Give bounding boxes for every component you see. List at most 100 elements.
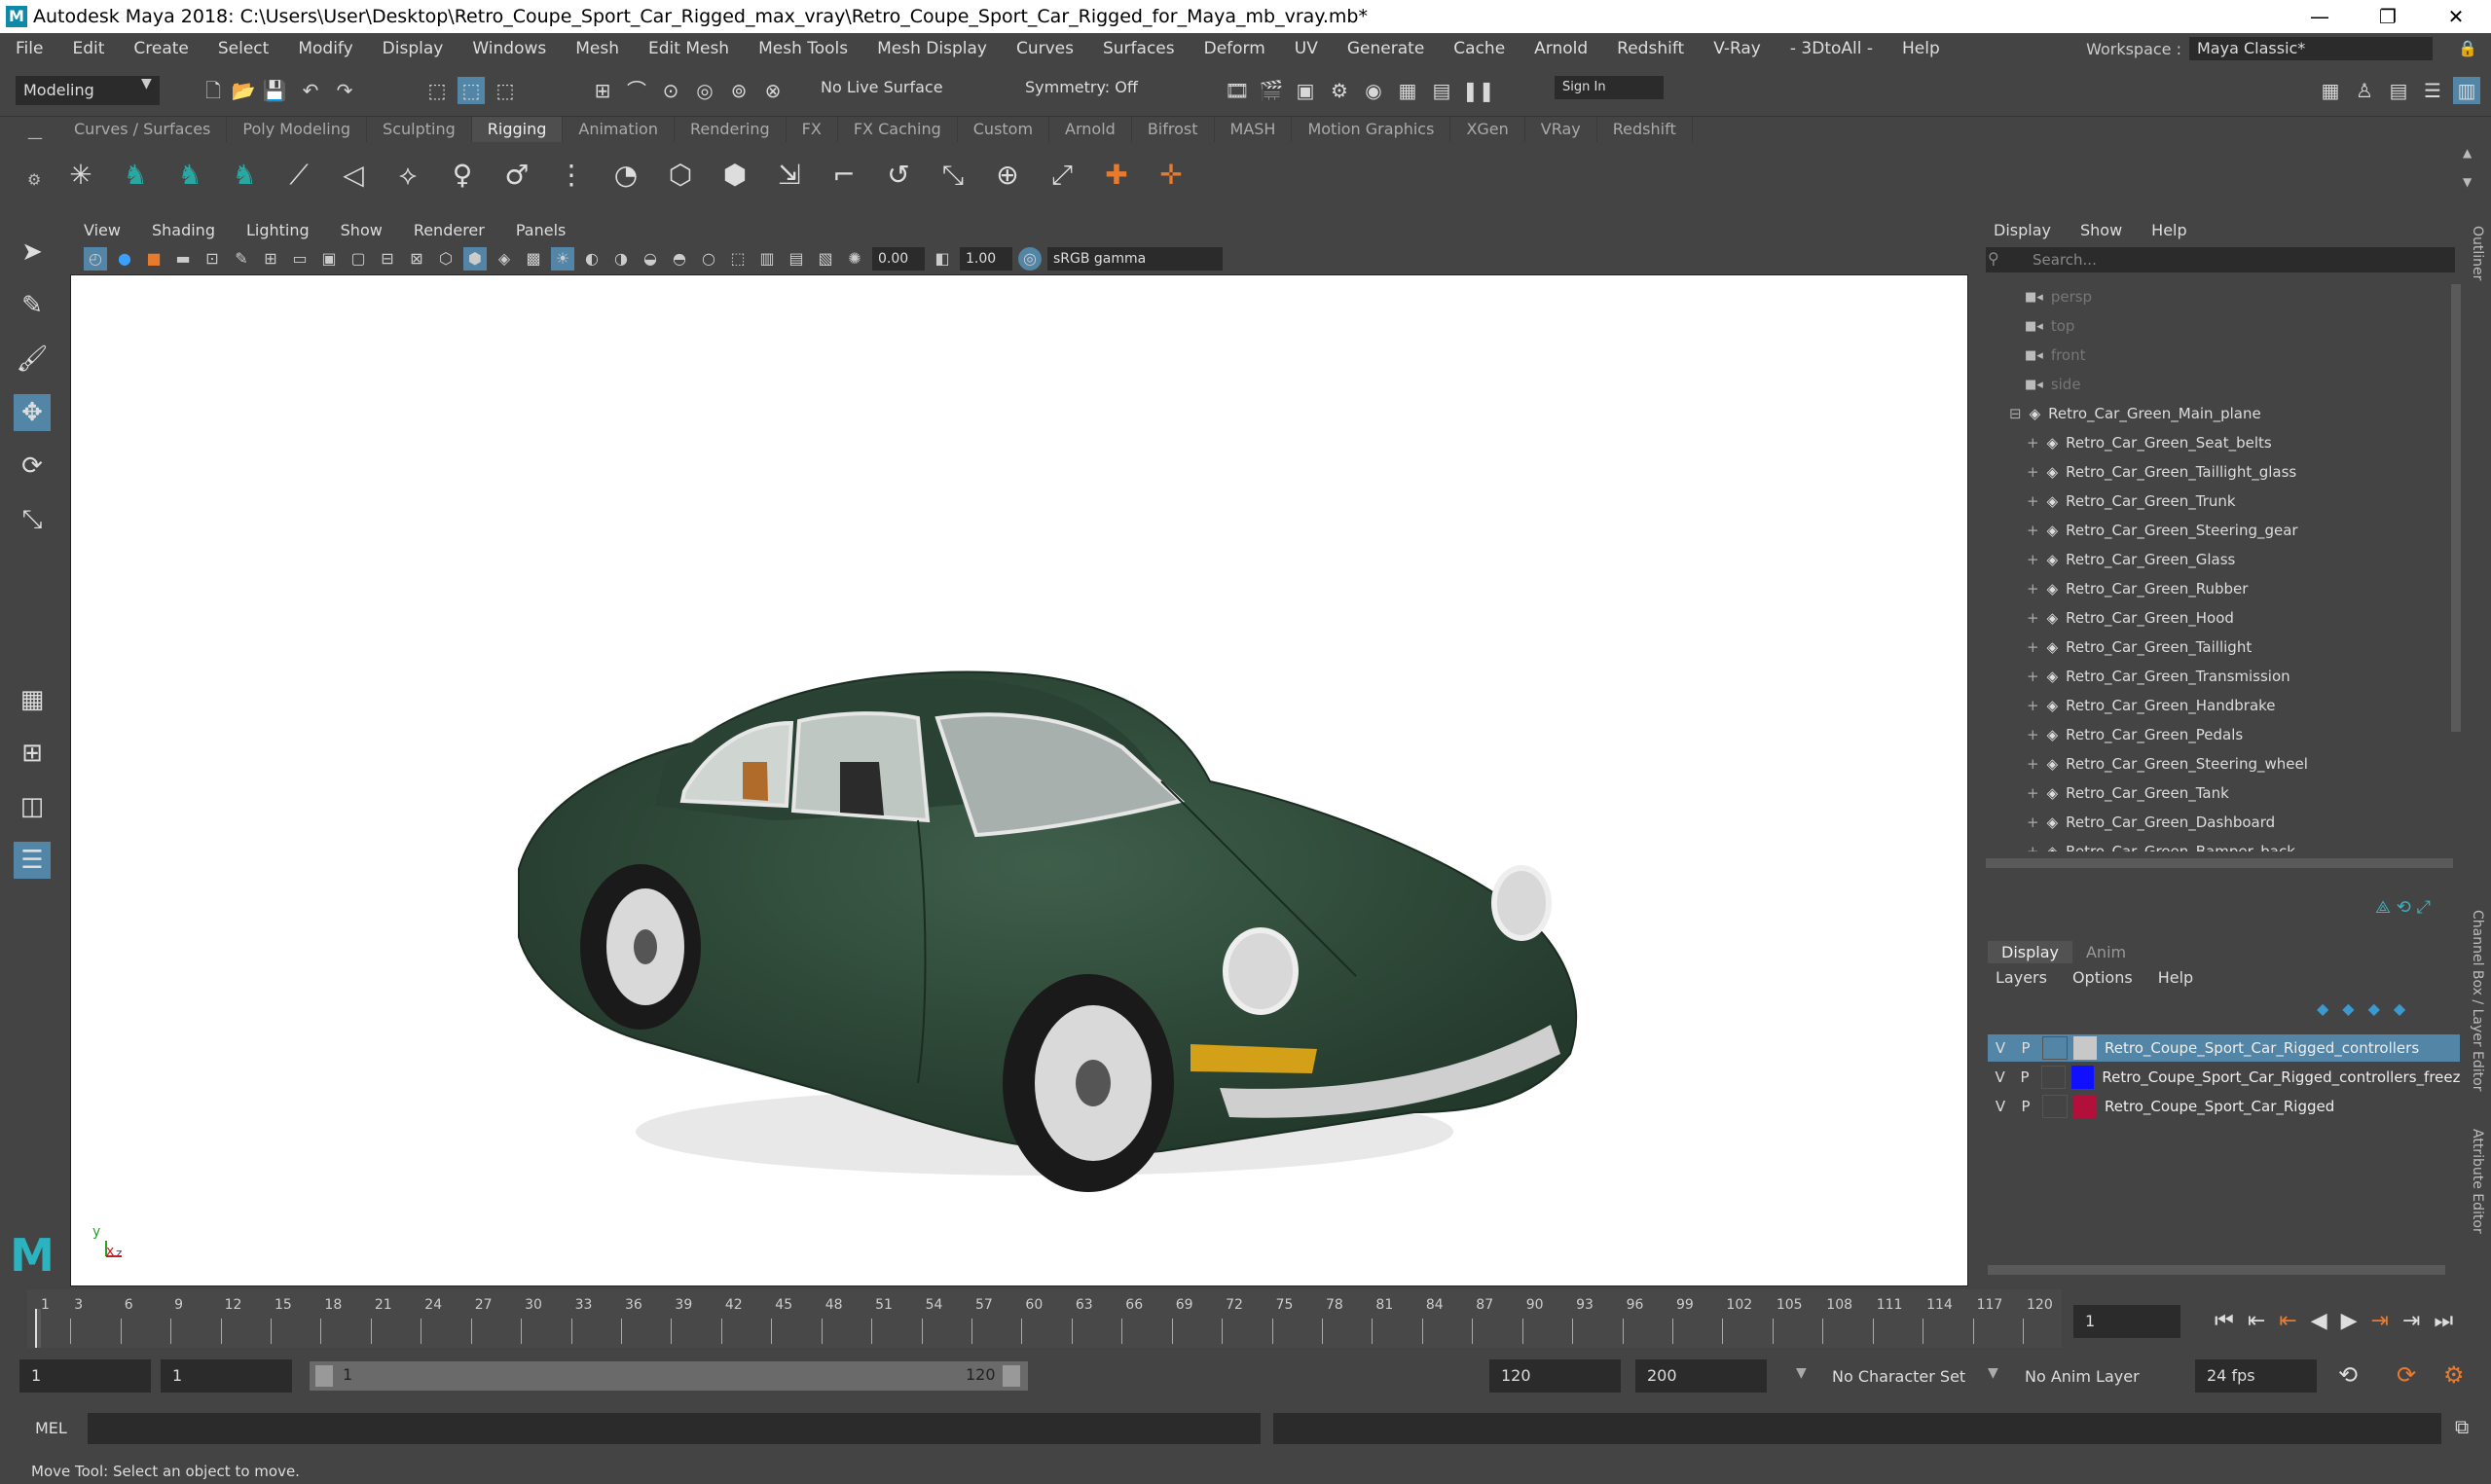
layer-color-swatch[interactable] — [2073, 1095, 2097, 1118]
grid-toggle-icon[interactable]: ⊞ — [259, 247, 282, 271]
two-pane-layout-icon[interactable]: ◫ — [14, 788, 51, 825]
anti-aliasing-icon[interactable]: ◓ — [668, 247, 691, 271]
shelf-tab-vray[interactable]: VRay — [1525, 117, 1597, 142]
outliner-camera-front[interactable]: ■◂ front — [1976, 341, 2453, 370]
outliner-menu-help[interactable]: Help — [2151, 221, 2186, 239]
step-back-frame-icon[interactable]: ⇤ — [2279, 1309, 2296, 1333]
joint-tool-icon[interactable]: ✳ — [63, 158, 98, 193]
ipr-render-icon[interactable]: ▣ — [1292, 77, 1319, 104]
menu-edit-mesh[interactable]: Edit Mesh — [648, 39, 729, 58]
vray-ipr-icon[interactable]: ▤ — [1428, 77, 1455, 104]
shelf-tab-bifrost[interactable]: Bifrost — [1132, 117, 1215, 142]
expand-icon[interactable]: + — [2027, 609, 2039, 627]
menu-redshift[interactable]: Redshift — [1617, 39, 1684, 58]
layer-reference-toggle[interactable] — [2040, 1066, 2067, 1089]
isolate-select-icon[interactable]: ⬚ — [726, 247, 750, 271]
layer-row[interactable]: V P Retro_Coupe_Sport_Car_Rigged — [1988, 1093, 2460, 1120]
layer-menu-layers[interactable]: Layers — [1996, 968, 2047, 987]
menu-modify[interactable]: Modify — [298, 39, 352, 58]
shelf-tab-poly-modeling[interactable]: Poly Modeling — [227, 117, 368, 142]
safe-action-icon[interactable]: ⊠ — [405, 247, 428, 271]
render-view-icon[interactable]: 🎞 — [1224, 77, 1251, 104]
outliner-item[interactable]: + ◈ Retro_Car_Green_Rubber — [1976, 574, 2453, 603]
mel-label[interactable]: MEL — [35, 1419, 67, 1437]
step-forward-frame-icon[interactable]: ⇥ — [2371, 1309, 2389, 1333]
shelf-tab-motion-graphics[interactable]: Motion Graphics — [1292, 117, 1451, 142]
menu-surfaces[interactable]: Surfaces — [1103, 39, 1175, 58]
play-forward-icon[interactable]: ▶ — [2341, 1309, 2358, 1333]
rotate-tool-icon[interactable]: ⟳ — [14, 448, 51, 485]
shelf-tab-arnold[interactable]: Arnold — [1049, 117, 1132, 142]
outliner-item[interactable]: + ◈ Retro_Car_Green_Steering_gear — [1976, 516, 2453, 545]
outliner-h-scrollbar[interactable] — [1986, 858, 2453, 868]
outliner-menu-display[interactable]: Display — [1994, 221, 2051, 239]
range-end-handle[interactable] — [1003, 1365, 1020, 1387]
gamma-field[interactable]: 1.00 — [960, 247, 1012, 271]
field-chart-icon[interactable]: ⊟ — [376, 247, 399, 271]
expand-icon[interactable]: + — [2027, 814, 2039, 831]
tool-settings-icon[interactable]: ☰ — [2419, 77, 2446, 104]
film-gate-icon[interactable]: ▭ — [288, 247, 311, 271]
viewport-menu-renderer[interactable]: Renderer — [414, 221, 485, 239]
time-slider[interactable]: 1 3 6 9 12 15 18 21 24 27 30 33 36 39 42 45 48 51 54 57 60 63… — [0, 1289, 2491, 1356]
current-frame-field[interactable]: 1 — [2073, 1305, 2180, 1338]
shelf-tab-fx-caching[interactable]: FX Caching — [838, 117, 958, 142]
use-all-lights-icon[interactable]: ☀ — [551, 247, 574, 271]
layer-buttons-icon[interactable]: ◆◆◆◆ — [2317, 999, 2419, 1018]
viewport-menu-shading[interactable]: Shading — [152, 221, 215, 239]
menu-display[interactable]: Display — [383, 39, 444, 58]
cluster-icon[interactable]: ⋮ — [554, 158, 589, 193]
ambient-occlusion-icon[interactable]: ◑ — [609, 247, 633, 271]
time-ruler[interactable]: 1 3 6 9 12 15 18 21 24 27 30 33 36 39 42 45 48 51 54 57 60 63… — [27, 1289, 2062, 1348]
expand-icon[interactable]: + — [2027, 755, 2039, 773]
gate-mask-icon[interactable]: ▢ — [347, 247, 370, 271]
minimize-button[interactable]: — — [2286, 0, 2354, 33]
depth-of-field-icon[interactable]: ○ — [697, 247, 720, 271]
image-plane-icon[interactable]: ▬ — [171, 247, 195, 271]
lock-icon[interactable]: 🔒 — [2458, 39, 2477, 57]
outliner-camera-side[interactable]: ■◂ side — [1976, 370, 2453, 399]
viewport-menu-view[interactable]: View — [84, 221, 121, 239]
live-surface-field[interactable]: No Live Surface — [821, 78, 943, 96]
expand-icon[interactable]: + — [2027, 434, 2039, 452]
expand-icon[interactable]: + — [2027, 580, 2039, 597]
2d-pan-zoom-icon[interactable]: ⊡ — [201, 247, 224, 271]
locator-named-icon[interactable]: ✛ — [1154, 158, 1189, 193]
expand-icon[interactable]: + — [2027, 784, 2039, 802]
outliner-item[interactable]: + ◈ Retro_Car_Green_Seat_belts — [1976, 428, 2453, 457]
expand-icon[interactable]: + — [2027, 492, 2039, 510]
layer-visibility-toggle[interactable]: V — [1988, 1098, 2013, 1115]
lasso-tool-icon[interactable]: ✎ — [14, 287, 51, 324]
layer-tools-icon[interactable]: ⟁ ⟲ ⤢ — [2375, 897, 2431, 918]
aim-constraint-icon[interactable]: ⊕ — [990, 158, 1025, 193]
layer-menu-options[interactable]: Options — [2072, 968, 2133, 987]
menu-mesh-display[interactable]: Mesh Display — [877, 39, 987, 58]
layer-row[interactable]: V P Retro_Coupe_Sport_Car_Rigged_controlle… — [1988, 1064, 2460, 1091]
layer-tab-display[interactable]: Display — [1988, 941, 2072, 963]
save-scene-icon[interactable]: 💾 — [261, 77, 288, 104]
resolution-gate-icon[interactable]: ▣ — [317, 247, 341, 271]
anim-prefs-icon[interactable]: ⚙ — [2443, 1361, 2465, 1389]
layer-color-swatch[interactable] — [2073, 1036, 2097, 1060]
restore-button[interactable]: ❐ — [2354, 0, 2422, 33]
shelf-tab-animation[interactable]: Animation — [563, 117, 675, 142]
color-space-select[interactable]: sRGB gamma — [1047, 247, 1223, 271]
expand-icon[interactable]: + — [2027, 463, 2039, 481]
snap-grid-icon[interactable]: ⊞ — [589, 77, 616, 104]
playback-start-field[interactable]: 1 — [161, 1359, 292, 1393]
shadows-icon[interactable]: ◐ — [580, 247, 604, 271]
undo-icon[interactable]: ↶ — [297, 77, 324, 104]
exposure-field[interactable]: 0.00 — [872, 247, 925, 271]
mirror-joint-icon[interactable]: ◁ — [336, 158, 371, 193]
menu-curves[interactable]: Curves — [1016, 39, 1074, 58]
script-editor-icon[interactable]: ⧉ — [2455, 1415, 2469, 1438]
orient-joint-icon[interactable]: ⟡ — [390, 158, 425, 193]
car-model[interactable] — [71, 275, 1968, 1286]
channel-box-icon[interactable]: ▥ — [2453, 77, 2480, 104]
locator-icon[interactable]: ✚ — [1099, 158, 1134, 193]
outliner-menu-show[interactable]: Show — [2080, 221, 2122, 239]
outliner-item[interactable]: + ◈ Retro_Car_Green_Tank — [1976, 778, 2453, 808]
outliner-item[interactable]: + ◈ Retro_Car_Green_Pedals — [1976, 720, 2453, 749]
snap-view-icon[interactable]: ◎ — [691, 77, 718, 104]
outliner-side-tab[interactable]: Outliner — [2470, 226, 2485, 280]
